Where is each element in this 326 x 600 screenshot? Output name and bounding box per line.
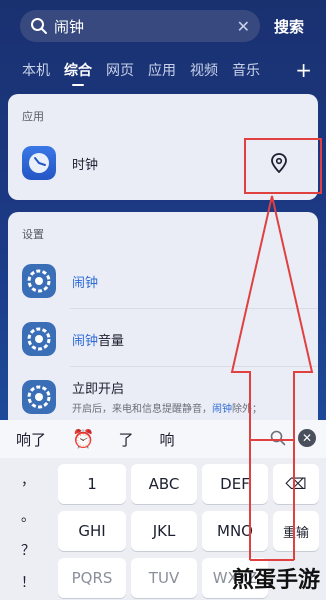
backspace-key[interactable]: ⌫ xyxy=(273,464,319,504)
tab-apps[interactable]: 应用 xyxy=(148,60,176,80)
keyboard-search-icon[interactable] xyxy=(270,430,286,446)
key-jkl[interactable]: JKL xyxy=(131,511,197,551)
key-abc[interactable]: ABC xyxy=(131,464,197,504)
settings-item-label: 立即开启 xyxy=(72,382,125,397)
punct-key[interactable]: 。 xyxy=(8,506,48,526)
punct-key[interactable]: ， xyxy=(8,470,48,490)
key-mno[interactable]: MNO xyxy=(202,511,268,551)
tab-music[interactable]: 音乐 xyxy=(232,60,260,80)
tab-all[interactable]: 综合 xyxy=(64,60,92,86)
tab-video[interactable]: 视频 xyxy=(190,60,218,80)
candidate-word[interactable]: 响 xyxy=(159,429,174,450)
settings-item-subtitle: 开启后，来电和信息提醒静音，闹钟除外； xyxy=(72,404,262,415)
watermark: 煎蛋手游 xyxy=(231,568,320,593)
search-icon xyxy=(31,18,47,34)
key-1[interactable]: 1 xyxy=(58,464,126,504)
settings-section-title: 设置 xyxy=(22,228,44,241)
alarm-clock-emoji[interactable]: ⏰ xyxy=(72,429,94,450)
clock-icon xyxy=(22,146,56,180)
search-row: 闹钟 ✕ 搜索 xyxy=(20,10,318,42)
divider xyxy=(70,308,318,309)
annotation-highlight-box xyxy=(244,138,322,194)
candidate-word[interactable]: 响了 xyxy=(16,429,46,450)
settings-result-alarm[interactable]: 闹钟 xyxy=(22,264,304,298)
tab-web[interactable]: 网页 xyxy=(106,60,134,80)
search-button[interactable]: 搜索 xyxy=(274,16,304,37)
search-query: 闹钟 xyxy=(54,17,85,36)
settings-gear-icon xyxy=(22,379,56,414)
settings-gear-icon xyxy=(22,322,56,356)
tab-local[interactable]: 本机 xyxy=(22,60,50,80)
punct-key[interactable]: ！ xyxy=(8,572,48,592)
key-def[interactable]: DEF xyxy=(202,464,268,504)
settings-card: 设置 闹钟 闹钟音量 立即开启 开启后，来电和信息提醒静音，闹钟除外； xyxy=(8,212,318,422)
settings-item-label: 闹钟音量 xyxy=(72,333,125,349)
keyboard-close-icon[interactable]: ✕ xyxy=(298,429,316,447)
settings-gear-icon xyxy=(22,264,56,298)
search-input[interactable]: 闹钟 ✕ xyxy=(20,10,260,42)
candidate-word[interactable]: 了 xyxy=(118,429,133,450)
settings-result-silence[interactable]: 立即开启 开启后，来电和信息提醒静音，闹钟除外； xyxy=(22,378,304,415)
divider xyxy=(70,366,318,367)
settings-result-alarm-volume[interactable]: 闹钟音量 xyxy=(22,322,304,356)
key-ghi[interactable]: GHI xyxy=(58,511,126,551)
category-tabs: 本机 综合 网页 应用 视频 音乐 + xyxy=(22,60,312,86)
key-pqrs[interactable]: PQRS xyxy=(58,558,126,598)
clear-icon[interactable]: ✕ xyxy=(237,17,250,36)
app-label: 时钟 xyxy=(72,157,99,173)
reset-key[interactable]: 重输 xyxy=(273,511,319,551)
add-tab-button[interactable]: + xyxy=(295,60,312,80)
settings-item-label: 闹钟 xyxy=(72,275,99,291)
apps-section-title: 应用 xyxy=(22,110,44,123)
punct-key[interactable]: ？ xyxy=(8,540,48,560)
key-tuv[interactable]: TUV xyxy=(131,558,197,598)
